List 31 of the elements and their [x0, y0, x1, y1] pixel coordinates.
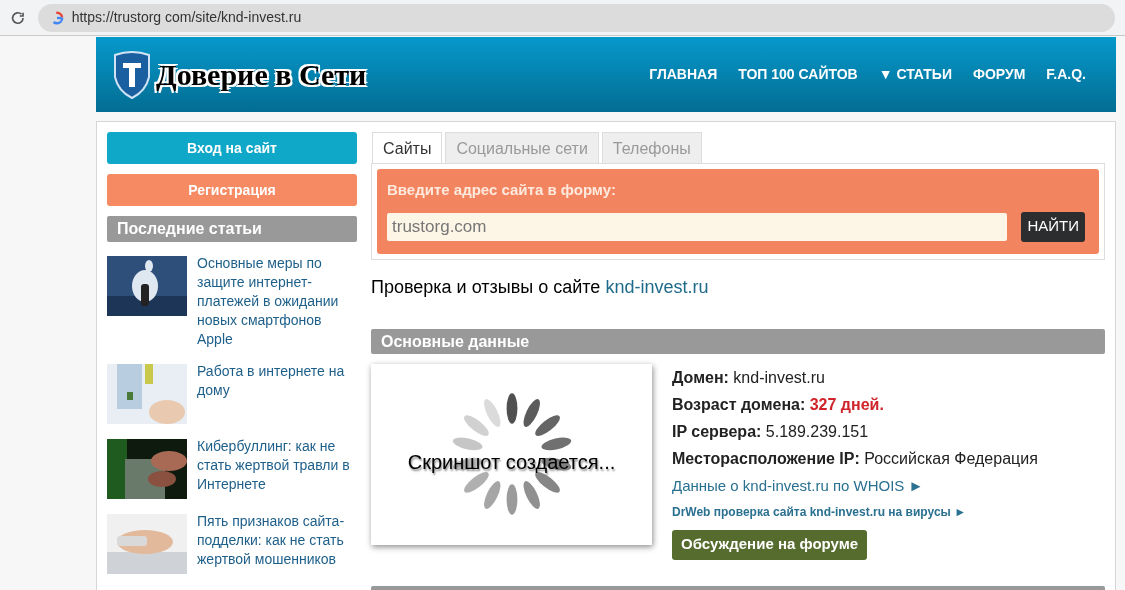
- site-link[interactable]: knd-invest.ru: [605, 276, 709, 297]
- article-link[interactable]: Кибербуллинг: как не стать жертвой травли в Интернете: [197, 437, 357, 499]
- nav-link[interactable]: F.A.Q.: [1046, 64, 1086, 85]
- sidebar-button[interactable]: Вход на сайт: [107, 132, 357, 164]
- screenshot-caption: Скриншот создается...: [406, 449, 617, 475]
- logo-text[interactable]: Доверие в Сети: [156, 52, 367, 97]
- tab[interactable]: Сайты: [372, 132, 443, 164]
- nav-link[interactable]: ▼ СТАТЬИ: [878, 64, 952, 85]
- article-link[interactable]: Пять признаков сайта-подделки: как не стать жертвой мошенников: [197, 512, 357, 574]
- reload-icon[interactable]: [10, 9, 26, 26]
- url-text: https://trustorg com/site/knd-invest.ru: [71, 8, 302, 27]
- address-bar[interactable]: https://trustorg com/site/knd-invest.ru: [37, 3, 1115, 32]
- search-button[interactable]: НАЙТИ: [1021, 211, 1085, 242]
- fact-line: Месторасположение IP: Российская Федерация: [672, 448, 1038, 469]
- info-link[interactable]: DrWeb проверка сайта knd-invest.ru на вирусы ►: [672, 498, 1038, 526]
- fact-line: Возраст домена: 327 дней.: [672, 394, 885, 415]
- search-prompt: Введите адрес сайта в форму:: [387, 180, 617, 200]
- article-link[interactable]: Работа в интернете на дому: [197, 362, 357, 424]
- fact-line: Домен: knd-invest.ru: [672, 367, 826, 388]
- shield-logo-icon: [112, 50, 152, 99]
- nav-link[interactable]: ГЛАВНАЯ: [649, 64, 718, 85]
- forum-button[interactable]: Обсуждение на форуме: [672, 529, 868, 560]
- site-address-field[interactable]: trustorg.com: [387, 212, 1008, 241]
- section-title: Последние статьи: [107, 216, 357, 242]
- nav-link[interactable]: ФОРУМ: [972, 64, 1026, 85]
- nav-link[interactable]: ТОП 100 САЙТОВ: [738, 64, 858, 85]
- page-heading: Проверка и отзывы о сайте knd-invest.ru: [371, 275, 710, 299]
- fact-line: IP сервера: 5.189.239.151: [672, 421, 870, 442]
- section-title: Основные данные: [371, 328, 1105, 354]
- article-link[interactable]: Основные меры по защите интернет-платежей в ожидании новых смартфонов Apple: [197, 254, 357, 349]
- info-link[interactable]: Данные о knd-invest.ru по WHOIS ►: [672, 471, 1038, 499]
